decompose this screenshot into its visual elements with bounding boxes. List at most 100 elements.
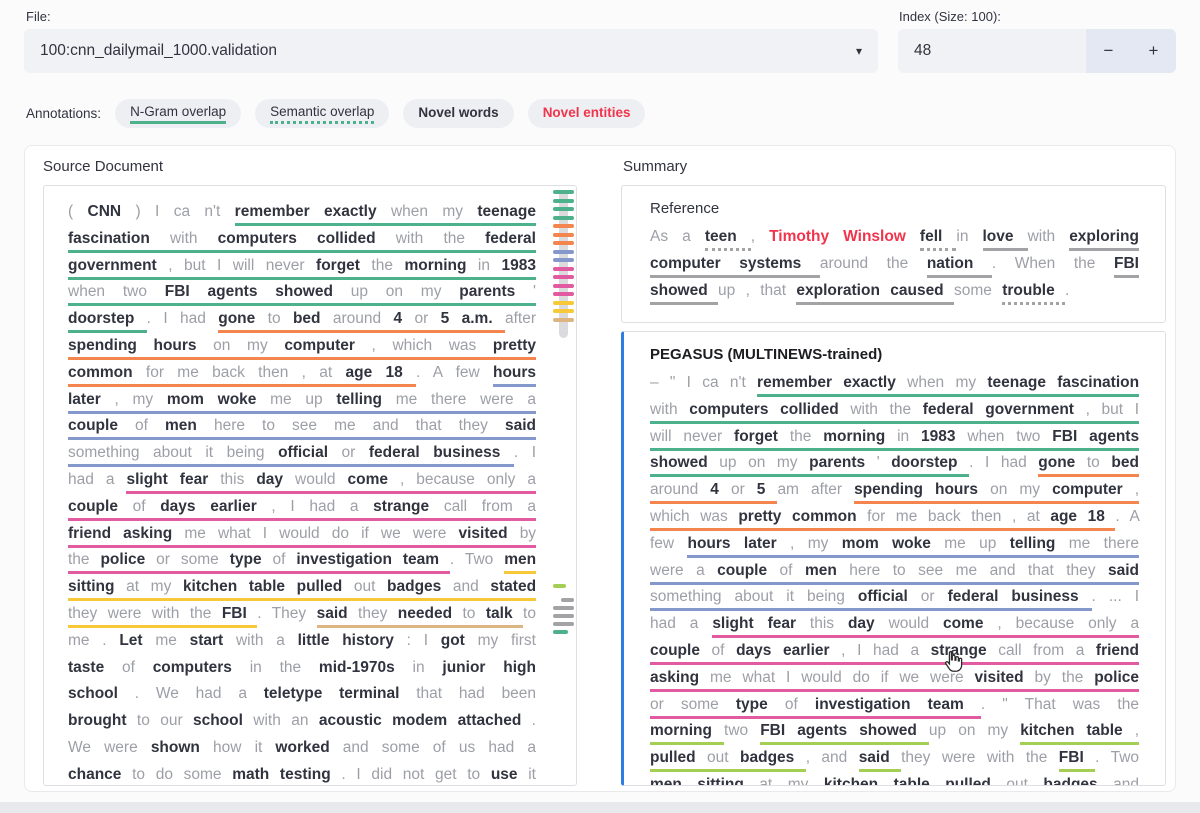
annotated-span[interactable]: two [724, 722, 760, 742]
chip-ngram-overlap[interactable]: N-Gram overlap [115, 99, 241, 128]
annotated-span[interactable]: with [1028, 228, 1070, 248]
annotated-span[interactable]: . I had [969, 454, 1038, 474]
token: hours [687, 535, 730, 552]
token: had [309, 498, 335, 515]
index-decrement-button[interactable]: − [1086, 29, 1131, 73]
annotated-span[interactable]: after [505, 310, 536, 330]
chip-novel-entities[interactable]: Novel entities [528, 99, 646, 128]
annotated-span[interactable]: gone to bed around 4 or 5 a.m. [218, 310, 505, 333]
annotated-span[interactable]: men sitting at my kitchen table pulled o… [650, 776, 1139, 786]
annotated-span[interactable]: up , that [718, 282, 796, 302]
token: get [435, 766, 457, 783]
token: it [786, 588, 794, 605]
source-document-panel[interactable]: ( CNN ) I ca n't remember exactly when m… [43, 185, 577, 786]
token: when [391, 203, 428, 220]
annotated-span[interactable]: to me . Let me start with a little histo… [68, 605, 536, 786]
annotated-span[interactable]: am after [777, 481, 854, 501]
annotated-span[interactable]: they were with the [901, 749, 1059, 769]
annotated-span[interactable]: said they needed to talk [317, 605, 523, 628]
annotated-span[interactable]: As a [650, 228, 705, 248]
annotated-span[interactable]: around the [820, 255, 927, 275]
token: bed [293, 310, 321, 327]
token: me [944, 535, 966, 552]
token: visited [459, 525, 508, 542]
index-input[interactable]: 48 [898, 29, 1086, 73]
token: computers [218, 230, 297, 247]
annotated-span[interactable]: . Two [450, 551, 504, 571]
token: badges [1043, 776, 1097, 786]
annotated-span[interactable]: some [954, 282, 1002, 302]
annotated-span[interactable]: hours later , my mom woke me up telling … [650, 535, 1139, 612]
annotated-span[interactable]: up on my [929, 722, 1020, 742]
reference-summary-card[interactable]: Reference As a teen , Timothy Winslow fe… [621, 185, 1166, 323]
model-summary-card[interactable]: PEGASUS (MULTINEWS-trained) – " I ca n't… [621, 331, 1166, 786]
annotated-span[interactable]: exploration [796, 282, 890, 305]
annotated-span[interactable]: morning [650, 722, 724, 745]
token: Timothy [769, 228, 829, 245]
chip-semantic-overlap[interactable]: Semantic overlap [255, 99, 389, 128]
token: out [354, 578, 376, 595]
annotated-span[interactable]: . I had [147, 310, 219, 330]
token: official [858, 588, 908, 605]
annotated-span[interactable]: nation [927, 255, 992, 278]
annotated-span[interactable]: caused [890, 282, 954, 305]
token: up [305, 391, 322, 408]
annotated-span[interactable]: . [1065, 282, 1069, 302]
chip-novel-words[interactable]: Novel words [403, 99, 513, 128]
token: . [1095, 749, 1099, 766]
annotated-span[interactable]: . When the [992, 255, 1114, 275]
annotated-span[interactable]: – " I ca n't [650, 374, 757, 394]
token: do [332, 525, 349, 542]
token: my [955, 374, 976, 391]
token: age [1050, 508, 1077, 525]
token: something [650, 588, 722, 605]
token: about [153, 444, 192, 461]
token: in [897, 428, 909, 445]
token: in [956, 228, 968, 245]
annotated-span[interactable]: . " That was the [981, 696, 1139, 716]
token: , [114, 391, 118, 408]
token: friend [1096, 642, 1139, 659]
token: of [712, 642, 725, 659]
annotated-span[interactable]: . A few [416, 364, 493, 384]
file-select[interactable]: 100:cnn_dailymail_1000.validation ▾ [24, 29, 878, 73]
token: they [358, 605, 387, 622]
token: computer [1052, 481, 1123, 498]
annotated-span[interactable]: . They [257, 605, 316, 625]
token: or [156, 551, 170, 568]
token: what [218, 525, 251, 542]
annotated-span[interactable]: trouble [1002, 282, 1065, 305]
token: ... [1109, 588, 1122, 605]
annotated-span[interactable]: love [983, 228, 1028, 251]
token: or [921, 588, 935, 605]
token: fascination [68, 230, 150, 247]
token: I [687, 374, 691, 391]
annotated-span[interactable]: exploring [1069, 228, 1139, 251]
token: a [696, 562, 705, 579]
token: ' [533, 283, 536, 300]
token: . [147, 310, 151, 327]
annotated-span[interactable]: , [751, 228, 769, 248]
token: telling [336, 391, 382, 408]
token: mom [167, 391, 204, 408]
annotated-span[interactable]: computer systems [650, 255, 820, 278]
token: of [133, 498, 146, 515]
index-increment-button[interactable]: + [1131, 29, 1176, 73]
annotated-span[interactable]: teen [705, 228, 751, 251]
annotated-span[interactable]: . Two [1095, 749, 1139, 769]
annotated-span[interactable]: in [956, 228, 982, 248]
token: a [527, 739, 536, 756]
token: kitchen [824, 776, 878, 786]
token: on [958, 722, 975, 739]
annotated-span[interactable]: FBI agents showed [760, 722, 929, 745]
annotated-span[interactable]: Timothy Winslow [769, 228, 920, 248]
scrollbar-thumb[interactable] [559, 190, 568, 338]
token: to [463, 605, 476, 622]
annotated-span[interactable]: FBI [1059, 749, 1095, 772]
token: gone [218, 310, 255, 327]
token: start [190, 632, 224, 649]
annotated-span[interactable]: said [859, 749, 901, 772]
annotated-span[interactable]: ( CNN ) I ca n't [68, 203, 235, 223]
annotated-span[interactable]: fell [920, 228, 956, 251]
annotated-span[interactable]: , and [806, 749, 859, 769]
